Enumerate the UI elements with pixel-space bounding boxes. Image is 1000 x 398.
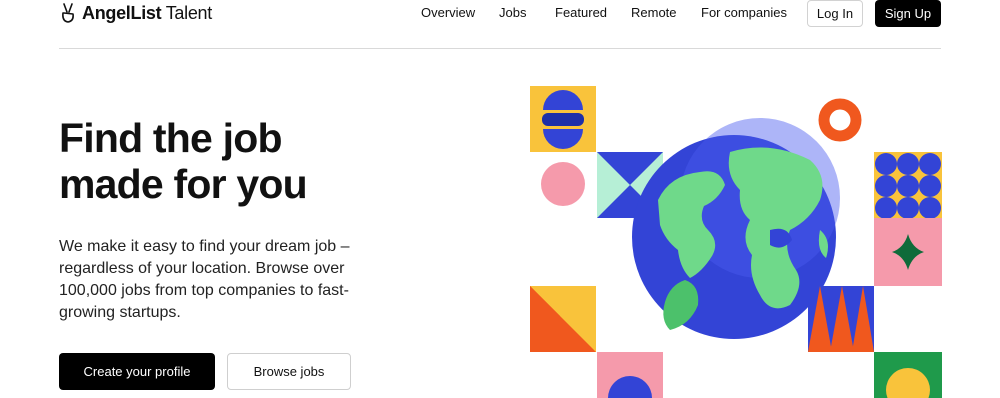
create-profile-button[interactable]: Create your profile xyxy=(59,353,215,390)
hero-title: Find the job made for you xyxy=(59,115,308,207)
browse-jobs-button[interactable]: Browse jobs xyxy=(227,353,351,390)
nav-featured[interactable]: Featured xyxy=(555,5,607,20)
geometric-globe-illustration xyxy=(530,86,942,398)
orange-ring xyxy=(818,98,862,142)
nav-for-companies[interactable]: For companies xyxy=(701,5,787,20)
pink-circle xyxy=(541,162,585,206)
hero-illustration xyxy=(520,80,960,398)
nav-remote[interactable]: Remote xyxy=(631,5,677,20)
login-button[interactable]: Log In xyxy=(807,0,863,27)
nav-overview[interactable]: Overview xyxy=(421,5,475,20)
top-navigation: AngelList Talent Overview Jobs Featured … xyxy=(0,0,1000,48)
header-divider xyxy=(59,48,941,49)
signup-button[interactable]: Sign Up xyxy=(875,0,941,27)
nav-jobs[interactable]: Jobs xyxy=(499,5,526,20)
hero-subtitle: We make it easy to find your dream job –… xyxy=(59,238,350,321)
